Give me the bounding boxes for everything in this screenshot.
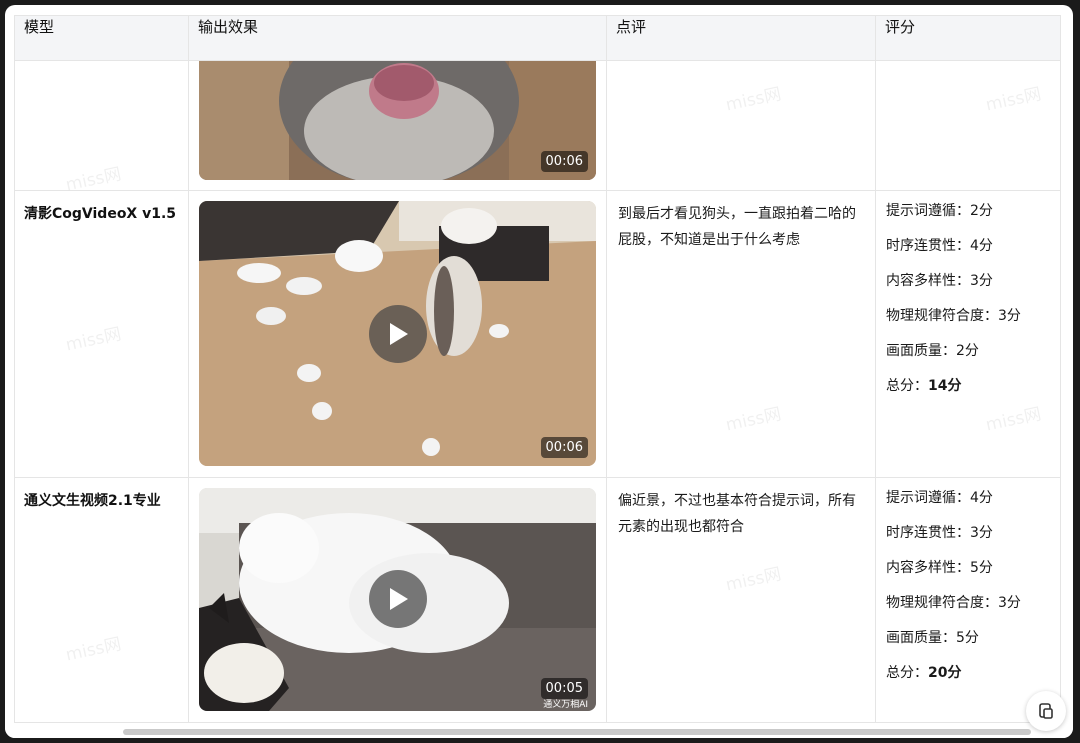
video-player[interactable]: 00:06 (199, 201, 596, 466)
score-cell: 提示词遵循：2分 时序连贯性：4分 内容多样性：3分 物理规律符合度：3分 画面… (875, 190, 1061, 478)
model-cell: 清影CogVideoX v1.5 (14, 190, 189, 478)
table-header-row: 模型 输出效果 点评 评分 (14, 15, 1061, 61)
video-timestamp: 00:05 (540, 678, 588, 699)
score-item: 画面质量：2分 (886, 343, 979, 359)
score-item: 物理规律符合度：3分 (886, 595, 1021, 611)
review-cell: 到最后才看见狗头，一直跟拍着二哈的屁股，不知道是出于什么考虑 (606, 190, 876, 478)
copy-button[interactable] (1026, 691, 1066, 731)
play-icon (390, 588, 408, 610)
review-text: 偏近景，不过也基本符合提示词，所有元素的出现也都符合 (618, 493, 856, 535)
dog-face-image (199, 61, 596, 180)
model-cell: 通义文生视频2.1专业 (14, 477, 189, 723)
copy-icon (1039, 703, 1053, 719)
review-cell: 偏近景，不过也基本符合提示词，所有元素的出现也都符合 (606, 477, 876, 723)
scrollbar-thumb[interactable] (123, 729, 1031, 735)
header-score: 评分 (875, 15, 1061, 61)
play-button[interactable] (369, 305, 427, 363)
video-source-mark: 通义万相AI (543, 700, 588, 710)
score-list: 提示词遵循：4分 时序连贯性：3分 内容多样性：5分 物理规律符合度：3分 画面… (876, 478, 1060, 694)
video-cell: 00:06 (188, 190, 607, 478)
score-item: 提示词遵循：2分 (886, 203, 993, 219)
screenshot-frame: 模型 输出效果 点评 评分 00:06 清影CogVideoX v1.5 00:… (5, 5, 1073, 738)
header-model: 模型 (14, 15, 189, 61)
total-score: 总分：20分 (886, 665, 962, 681)
score-item: 提示词遵循：4分 (886, 490, 993, 506)
score-item: 画面质量：5分 (886, 630, 979, 646)
table-row: 通义文生视频2.1专业 00:05 通义万相AI 偏近景，不过也基本符合提示词，… (14, 477, 1061, 723)
header-review: 点评 (606, 15, 876, 61)
score-cell: 提示词遵循：4分 时序连贯性：3分 内容多样性：5分 物理规律符合度：3分 画面… (875, 477, 1061, 723)
video-cell: 00:05 通义万相AI (188, 477, 607, 723)
model-name: 清影CogVideoX v1.5 (24, 206, 177, 222)
horizontal-scrollbar[interactable] (5, 727, 1073, 738)
model-name: 通义文生视频2.1专业 (24, 493, 161, 509)
table-row: 清影CogVideoX v1.5 00:06 到最后才看见狗头，一直跟拍着二哈的… (14, 190, 1061, 478)
play-button[interactable] (369, 570, 427, 628)
score-item: 时序连贯性：3分 (886, 525, 993, 541)
video-thumbnail[interactable]: 00:06 (199, 61, 596, 180)
comparison-table-container: 模型 输出效果 点评 评分 00:06 清影CogVideoX v1.5 00:… (14, 15, 1064, 727)
table-row: 00:06 (14, 60, 1061, 191)
score-item: 内容多样性：3分 (886, 273, 993, 289)
score-cell (875, 60, 1061, 191)
review-cell (606, 60, 876, 191)
play-icon (390, 323, 408, 345)
score-item: 内容多样性：5分 (886, 560, 993, 576)
header-output: 输出效果 (188, 15, 607, 61)
score-item: 物理规律符合度：3分 (886, 308, 1021, 324)
review-text: 到最后才看见狗头，一直跟拍着二哈的屁股，不知道是出于什么考虑 (618, 206, 856, 248)
video-player[interactable]: 00:05 通义万相AI (199, 488, 596, 711)
video-timestamp: 00:06 (540, 437, 588, 458)
score-item: 时序连贯性：4分 (886, 238, 993, 254)
comparison-table: 模型 输出效果 点评 评分 00:06 清影CogVideoX v1.5 00:… (14, 15, 1061, 723)
model-cell (14, 60, 189, 191)
video-cell: 00:06 (188, 60, 607, 191)
score-list: 提示词遵循：2分 时序连贯性：4分 内容多样性：3分 物理规律符合度：3分 画面… (876, 191, 1060, 407)
total-score: 总分：14分 (886, 378, 962, 394)
video-timestamp: 00:06 (540, 151, 588, 172)
